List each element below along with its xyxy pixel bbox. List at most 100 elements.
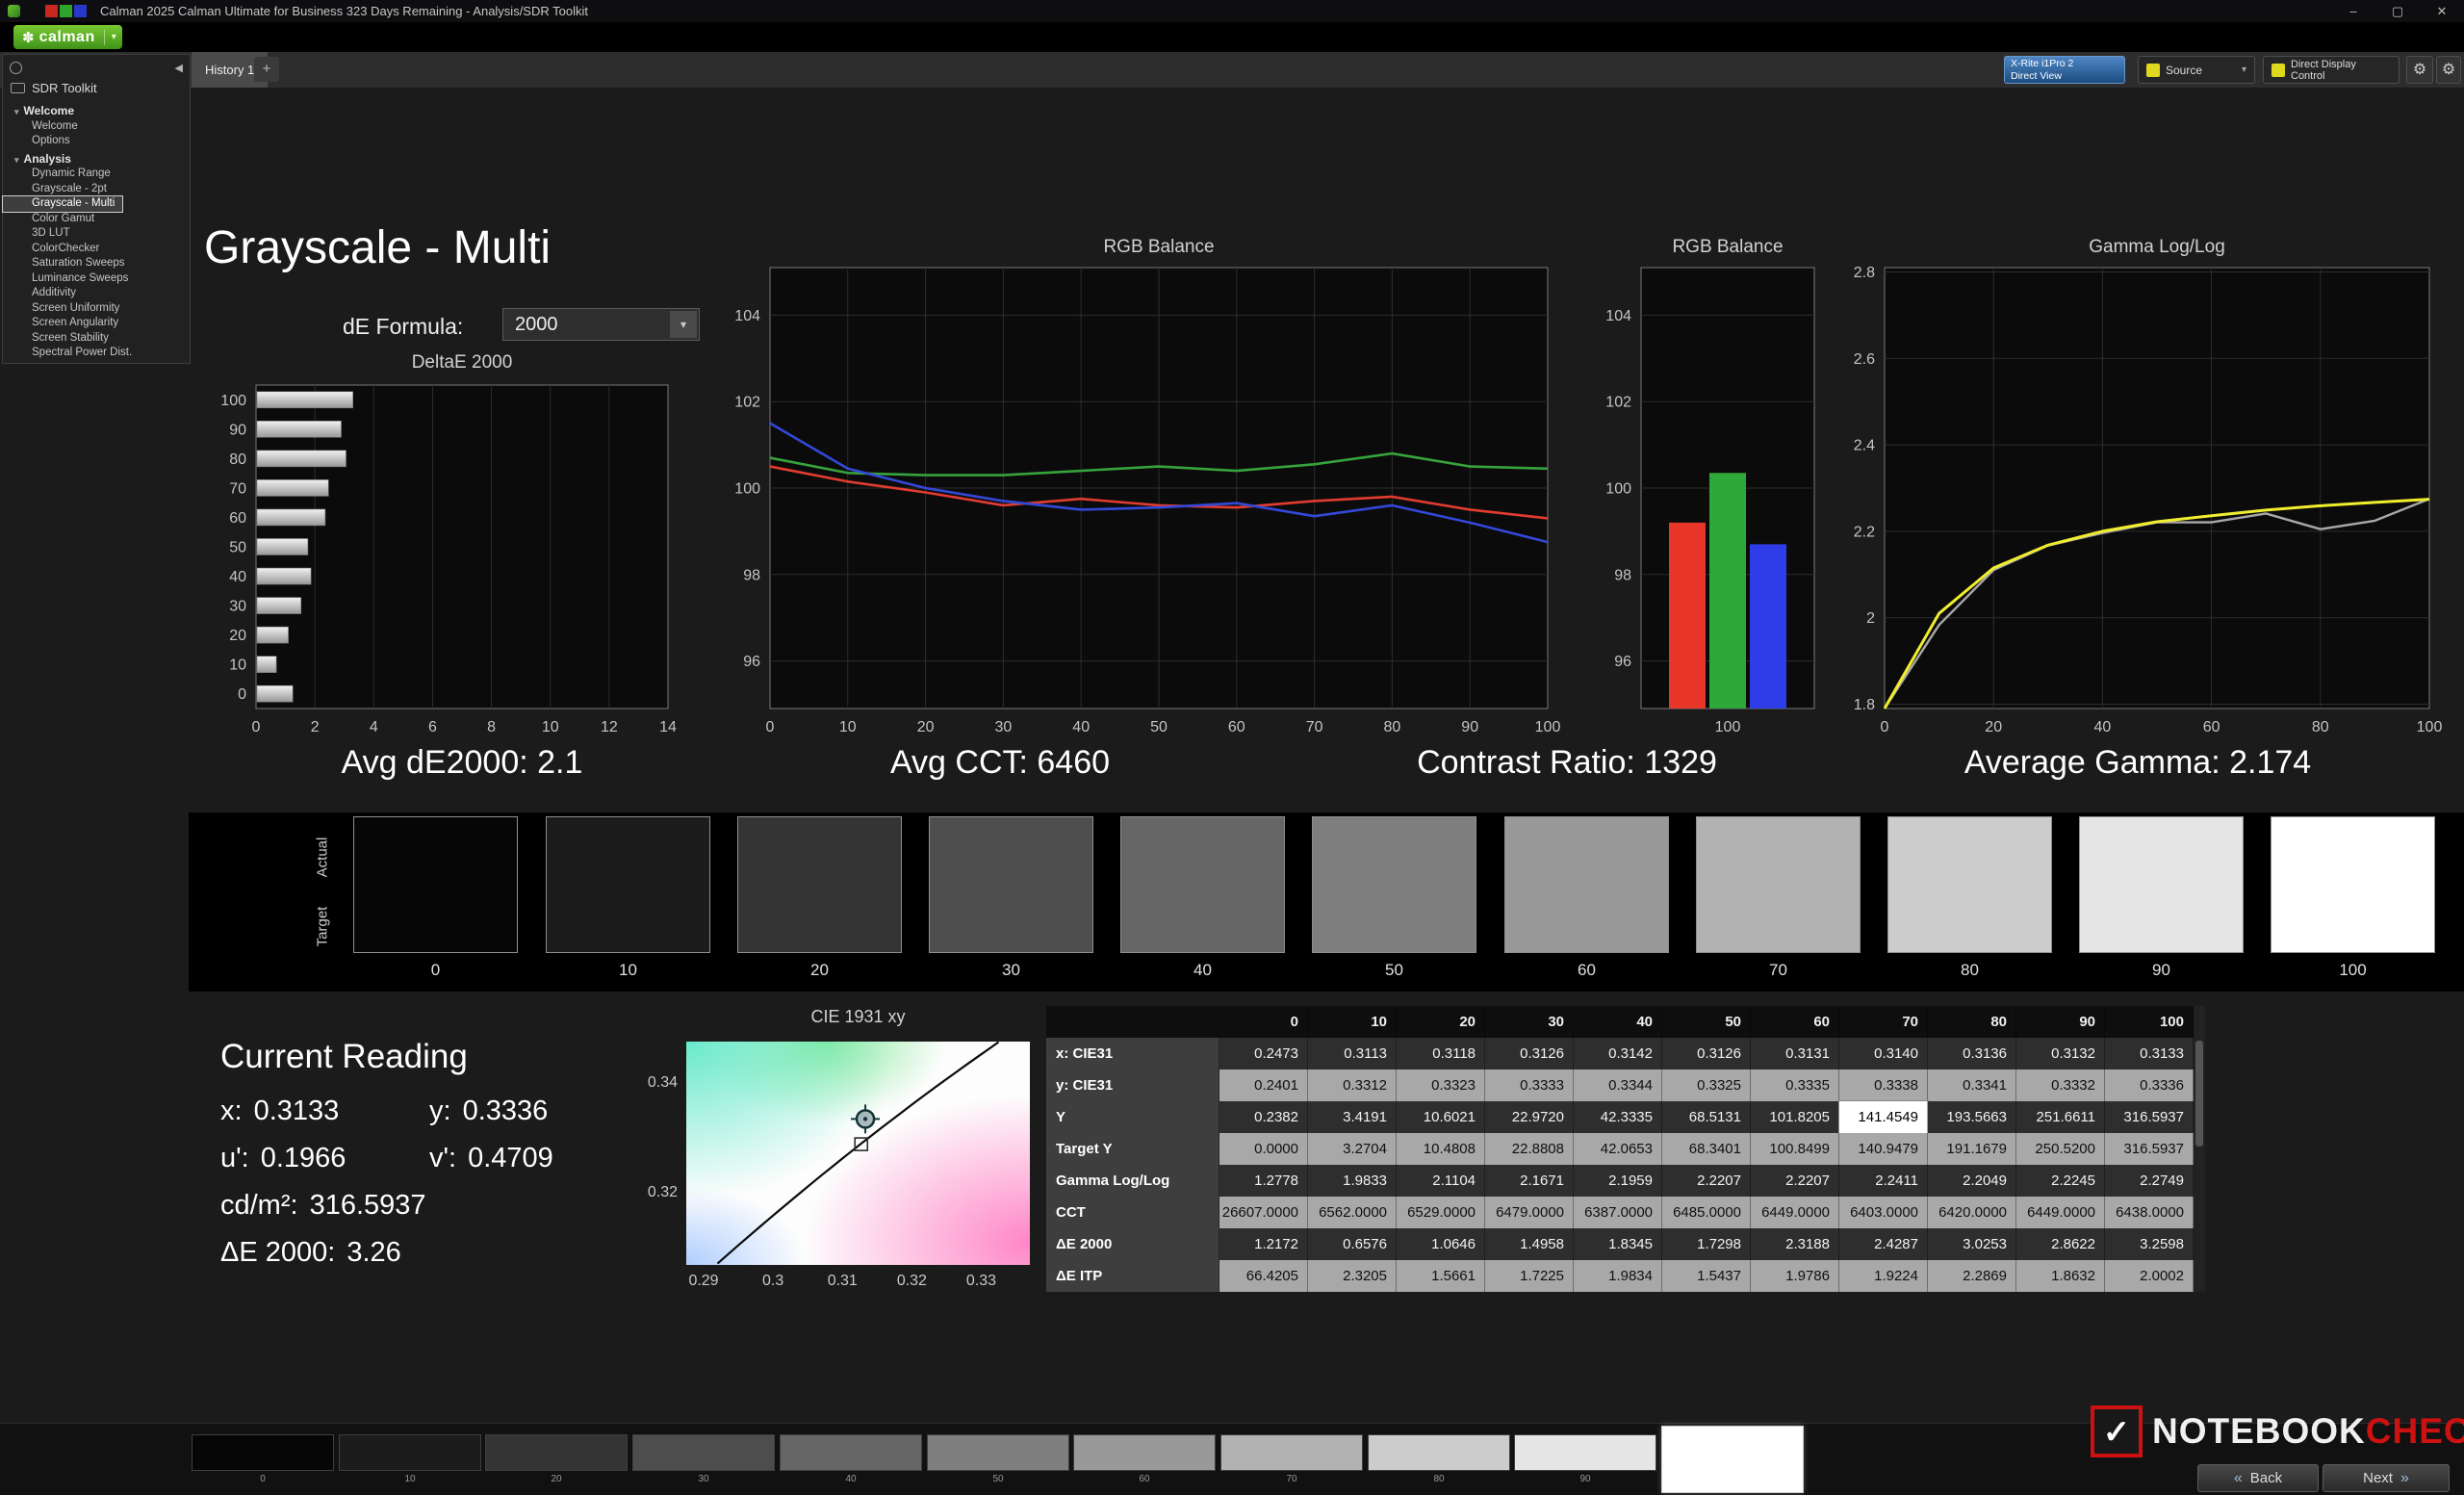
table-cell[interactable]: 0.3131 [1751, 1038, 1839, 1070]
sidebar-item-screen-stability[interactable]: Screen Stability [3, 331, 190, 347]
back-button[interactable]: « Back [2197, 1464, 2319, 1492]
sidebar-item-luminance-sweeps[interactable]: Luminance Sweeps [3, 271, 190, 287]
table-cell[interactable]: 250.5200 [2016, 1133, 2105, 1165]
table-cell[interactable]: 3.2598 [2105, 1228, 2194, 1260]
sidebar-item-screen-uniformity[interactable]: Screen Uniformity [3, 301, 190, 317]
table-cell[interactable]: 6479.0000 [1485, 1197, 1574, 1228]
table-cell[interactable]: 0.3113 [1308, 1038, 1397, 1070]
table-cell[interactable]: 0.3312 [1308, 1070, 1397, 1101]
table-cell[interactable]: 1.5437 [1662, 1260, 1751, 1292]
table-cell[interactable]: 22.8808 [1485, 1133, 1574, 1165]
table-cell[interactable]: 6449.0000 [1751, 1197, 1839, 1228]
calman-menu-button[interactable]: ✽ calman ▾ [13, 25, 122, 49]
sidebar-item-saturation-sweeps[interactable]: Saturation Sweeps [3, 256, 190, 271]
table-cell[interactable]: 1.5661 [1397, 1260, 1485, 1292]
table-cell[interactable]: 2.8622 [2016, 1228, 2105, 1260]
table-cell[interactable]: 6420.0000 [1928, 1197, 2016, 1228]
table-cell[interactable]: 2.2749 [2105, 1165, 2194, 1197]
table-cell[interactable]: 6449.0000 [2016, 1197, 2105, 1228]
table-cell[interactable]: 2.3188 [1751, 1228, 1839, 1260]
sidebar-item-screen-angularity[interactable]: Screen Angularity [3, 316, 190, 331]
table-cell[interactable]: 316.5937 [2105, 1101, 2194, 1133]
level-tile-40[interactable] [780, 1434, 922, 1471]
table-cell[interactable]: 2.1104 [1397, 1165, 1485, 1197]
table-cell[interactable]: 140.9479 [1839, 1133, 1928, 1165]
table-cell[interactable]: 10.4808 [1397, 1133, 1485, 1165]
table-cell[interactable]: 6562.0000 [1308, 1197, 1397, 1228]
sidebar-item-grayscale-2pt[interactable]: Grayscale - 2pt [3, 182, 190, 197]
table-cell[interactable]: 1.0646 [1397, 1228, 1485, 1260]
table-cell[interactable]: 2.3205 [1308, 1260, 1397, 1292]
table-cell[interactable]: 10.6021 [1397, 1101, 1485, 1133]
table-cell[interactable]: 2.2207 [1662, 1165, 1751, 1197]
table-cell[interactable]: 2.1959 [1574, 1165, 1662, 1197]
table-cell[interactable]: 2.4287 [1839, 1228, 1928, 1260]
table-cell[interactable]: 2.2207 [1751, 1165, 1839, 1197]
add-tab-button[interactable]: + [254, 57, 279, 82]
table-cell[interactable]: 0.6576 [1308, 1228, 1397, 1260]
table-cell[interactable]: 0.3133 [2105, 1038, 2194, 1070]
table-cell[interactable]: 6485.0000 [1662, 1197, 1751, 1228]
table-cell[interactable]: 68.3401 [1662, 1133, 1751, 1165]
table-cell[interactable]: 22.9720 [1485, 1101, 1574, 1133]
sidebar-item-3d-lut[interactable]: 3D LUT [3, 226, 190, 242]
table-cell[interactable]: 0.3336 [2105, 1070, 2194, 1101]
table-cell[interactable]: 1.9224 [1839, 1260, 1928, 1292]
sidebar-item-analysis[interactable]: ▾ Analysis [3, 152, 190, 168]
table-cell[interactable]: 42.3335 [1574, 1101, 1662, 1133]
table-cell[interactable]: 2.2245 [2016, 1165, 2105, 1197]
table-cell[interactable]: 0.3136 [1928, 1038, 2016, 1070]
table-cell[interactable]: 1.9834 [1574, 1260, 1662, 1292]
record-icon[interactable] [10, 61, 22, 74]
maximize-button[interactable]: ▢ [2375, 0, 2420, 22]
level-tile-30[interactable] [632, 1434, 775, 1471]
table-cell[interactable]: 0.3335 [1751, 1070, 1839, 1101]
sidebar-item-color-gamut[interactable]: Color Gamut [3, 212, 190, 227]
display-control-button[interactable]: Direct Display Control [2263, 56, 2400, 84]
level-tile-10[interactable] [339, 1434, 481, 1471]
settings-gear-icon[interactable]: ⚙ [2406, 56, 2433, 84]
table-cell[interactable]: 3.2704 [1308, 1133, 1397, 1165]
minimize-button[interactable]: – [2331, 0, 2375, 22]
table-cell[interactable]: 0.2382 [1219, 1101, 1308, 1133]
table-cell[interactable]: 0.2401 [1219, 1070, 1308, 1101]
table-scrollbar[interactable] [2194, 1006, 2205, 1292]
sidebar-item-grayscale-multi[interactable]: Grayscale - Multi [1, 195, 124, 213]
table-cell[interactable]: 0.3126 [1485, 1038, 1574, 1070]
table-cell[interactable]: 1.4958 [1485, 1228, 1574, 1260]
level-tile-90[interactable] [1514, 1434, 1656, 1471]
table-cell[interactable]: 0.3338 [1839, 1070, 1928, 1101]
table-cell[interactable]: 100.8499 [1751, 1133, 1839, 1165]
level-tile-50[interactable] [927, 1434, 1069, 1471]
table-cell[interactable]: 0.3332 [2016, 1070, 2105, 1101]
table-cell[interactable]: 1.8345 [1574, 1228, 1662, 1260]
table-cell[interactable]: 0.3323 [1397, 1070, 1485, 1101]
table-cell[interactable]: 1.9833 [1308, 1165, 1397, 1197]
table-cell[interactable]: 68.5131 [1662, 1101, 1751, 1133]
table-cell[interactable]: 2.2411 [1839, 1165, 1928, 1197]
table-cell[interactable]: 0.3142 [1574, 1038, 1662, 1070]
table-cell[interactable]: 1.2172 [1219, 1228, 1308, 1260]
level-tile-0[interactable] [192, 1434, 334, 1471]
table-cell[interactable]: 0.3118 [1397, 1038, 1485, 1070]
table-cell[interactable]: 251.6611 [2016, 1101, 2105, 1133]
level-tile-60[interactable] [1073, 1434, 1216, 1471]
sidebar-item-options[interactable]: Options [3, 134, 190, 149]
table-cell[interactable]: 0.3325 [1662, 1070, 1751, 1101]
table-cell[interactable]: 101.8205 [1751, 1101, 1839, 1133]
sidebar-item-dynamic-range[interactable]: Dynamic Range [3, 167, 190, 182]
table-cell[interactable]: 193.5663 [1928, 1101, 2016, 1133]
table-cell[interactable]: 6387.0000 [1574, 1197, 1662, 1228]
table-cell[interactable]: 2.2049 [1928, 1165, 2016, 1197]
close-button[interactable]: ✕ [2420, 0, 2464, 22]
table-cell[interactable]: 0.3333 [1485, 1070, 1574, 1101]
table-cell[interactable]: 1.2778 [1219, 1165, 1308, 1197]
meter-button[interactable]: X-Rite i1Pro 2 Direct View [2004, 56, 2125, 84]
source-button[interactable]: Source ▾ [2138, 56, 2255, 84]
table-cell[interactable]: 0.3126 [1662, 1038, 1751, 1070]
de-formula-dropdown[interactable]: 2000 ▾ [502, 308, 700, 341]
table-cell-selected[interactable]: 141.4549 [1838, 1100, 1929, 1134]
table-cell[interactable]: 1.8632 [2016, 1260, 2105, 1292]
table-cell[interactable]: 3.0253 [1928, 1228, 2016, 1260]
next-button[interactable]: Next » [2323, 1464, 2450, 1492]
